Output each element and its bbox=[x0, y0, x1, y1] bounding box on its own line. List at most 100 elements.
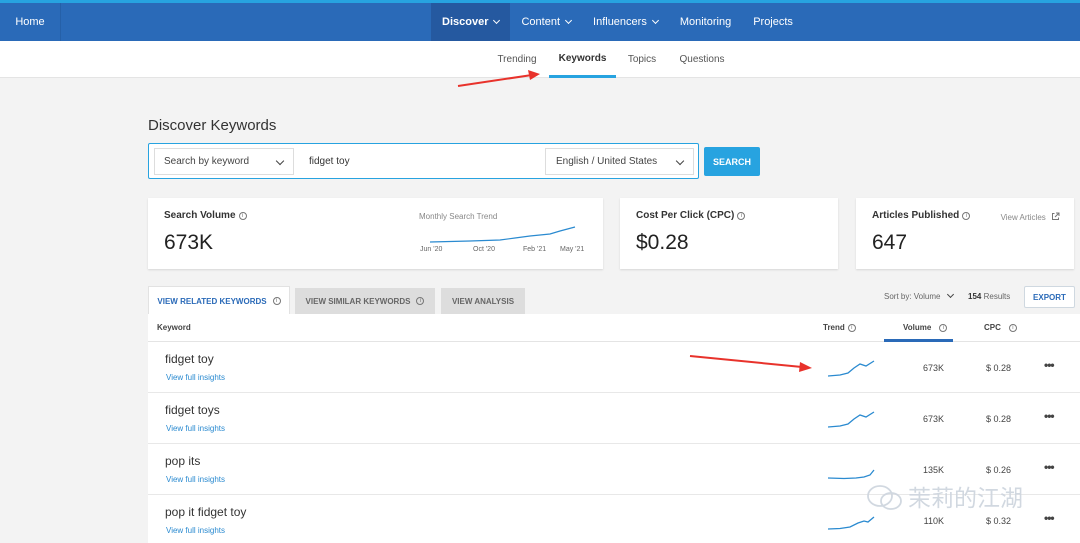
tab-topics[interactable]: Topics bbox=[620, 41, 664, 78]
volume-value: 673K bbox=[922, 363, 944, 373]
nav-influencers[interactable]: Influencers bbox=[582, 3, 669, 41]
volume-value: 673K bbox=[922, 414, 944, 424]
main-nav: Discover Content Influencers Monitoring … bbox=[431, 3, 804, 41]
info-icon[interactable]: i bbox=[272, 297, 281, 305]
trend-month-label: Oct '20 bbox=[473, 246, 495, 253]
nav-content[interactable]: Content bbox=[510, 3, 582, 41]
view-full-insights-link[interactable]: View full insights bbox=[166, 424, 225, 433]
more-options-icon[interactable]: ••• bbox=[1044, 511, 1055, 525]
cpc-label: Cost Per Click (CPC) i bbox=[636, 210, 746, 221]
top-navigation-bar: Home Discover Content Influencers Monito… bbox=[0, 0, 1080, 41]
search-volume-card: Search Volume i 673K Monthly Search Trend… bbox=[148, 198, 603, 269]
trend-month-label: Feb '21 bbox=[523, 246, 547, 253]
view-full-insights-link[interactable]: View full insights bbox=[166, 475, 225, 484]
view-articles-text: View Articles bbox=[1000, 213, 1046, 222]
results-count: 154 Results bbox=[968, 292, 1010, 301]
cpc-value: $0.28 bbox=[636, 231, 689, 254]
results-label: Results bbox=[983, 292, 1011, 301]
tab-keywords[interactable]: Keywords bbox=[549, 41, 616, 78]
external-link-icon bbox=[1052, 212, 1060, 220]
monthly-trend-label: Monthly Search Trend bbox=[419, 212, 498, 221]
header-volume-label: Volume bbox=[903, 323, 932, 332]
header-cpc-label: CPC bbox=[984, 323, 1001, 332]
search-button[interactable]: SEARCH bbox=[704, 147, 760, 176]
header-keyword[interactable]: Keyword bbox=[157, 323, 191, 332]
info-icon[interactable]: i bbox=[238, 212, 247, 220]
sub-navigation: Trending Keywords Topics Questions bbox=[0, 41, 1080, 78]
nav-influencers-label: Influencers bbox=[593, 16, 647, 28]
search-mode-select[interactable]: Search by keyword bbox=[154, 148, 294, 175]
view-full-insights-link[interactable]: View full insights bbox=[166, 526, 225, 535]
results-number: 154 bbox=[968, 292, 982, 301]
sort-by-label: Sort by: Volume bbox=[884, 292, 941, 301]
cpc-value: $ 0.26 bbox=[986, 465, 1012, 475]
locale-value: English / United States bbox=[556, 156, 658, 167]
info-icon[interactable]: i bbox=[847, 324, 856, 332]
info-icon[interactable]: i bbox=[737, 212, 746, 220]
cpc-value: $ 0.32 bbox=[986, 516, 1012, 526]
view-articles-link[interactable]: View Articles bbox=[1001, 212, 1060, 222]
cpc-value: $ 0.28 bbox=[986, 363, 1012, 373]
trend-month-label: May '21 bbox=[560, 246, 585, 253]
tab-trending[interactable]: Trending bbox=[489, 41, 545, 78]
watermark: 茉莉的江湖 bbox=[866, 479, 1023, 513]
page-title: Discover Keywords bbox=[148, 117, 277, 134]
volume-value: 110K bbox=[923, 516, 944, 526]
table-row: fidget toy View full insights 673K $ 0.2… bbox=[148, 342, 1080, 393]
tab-related-label: VIEW RELATED KEYWORDS bbox=[157, 296, 267, 306]
trend-sparkline bbox=[828, 469, 875, 480]
wechat-icon bbox=[867, 485, 902, 510]
watermark-text: 茉莉的江湖 bbox=[908, 486, 1023, 512]
nav-monitoring[interactable]: Monitoring bbox=[669, 3, 742, 41]
info-icon[interactable]: i bbox=[1008, 324, 1017, 332]
nav-projects-label: Projects bbox=[753, 16, 793, 28]
view-full-insights-link[interactable]: View full insights bbox=[166, 373, 225, 382]
export-button[interactable]: EXPORT bbox=[1024, 286, 1075, 308]
cpc-value: $ 0.28 bbox=[986, 414, 1012, 424]
articles-value: 647 bbox=[872, 231, 908, 254]
articles-label-text: Articles Published bbox=[872, 210, 960, 221]
search-mode-value: Search by keyword bbox=[164, 156, 250, 167]
tab-view-similar-keywords[interactable]: VIEW SIMILAR KEYWORDS i bbox=[295, 288, 435, 314]
keyword-text: pop its bbox=[165, 454, 201, 468]
tab-view-related-keywords[interactable]: VIEW RELATED KEYWORDS i bbox=[148, 286, 290, 315]
chevron-down-icon bbox=[275, 156, 285, 166]
chevron-down-icon bbox=[675, 156, 685, 166]
tab-similar-label: VIEW SIMILAR KEYWORDS bbox=[305, 296, 411, 306]
chevron-down-icon bbox=[493, 16, 501, 25]
search-volume-label: Search Volume i bbox=[164, 210, 247, 221]
volume-value: 135K bbox=[922, 465, 944, 475]
monthly-trend-sparkline bbox=[430, 226, 576, 243]
keyword-text: fidget toys bbox=[165, 403, 220, 417]
nav-home[interactable]: Home bbox=[0, 3, 61, 41]
more-options-icon[interactable]: ••• bbox=[1044, 409, 1055, 423]
info-icon[interactable]: i bbox=[939, 324, 948, 332]
articles-label: Articles Published i bbox=[872, 210, 971, 221]
nav-discover[interactable]: Discover bbox=[431, 3, 511, 41]
more-options-icon[interactable]: ••• bbox=[1044, 460, 1055, 474]
locale-select[interactable]: English / United States bbox=[545, 148, 694, 175]
nav-content-label: Content bbox=[521, 16, 561, 28]
info-icon[interactable]: i bbox=[962, 212, 971, 220]
header-volume[interactable]: Volume i bbox=[903, 323, 948, 332]
header-trend[interactable]: Trend i bbox=[823, 323, 856, 332]
keyword-search-input[interactable] bbox=[309, 148, 539, 175]
trend-sparkline bbox=[828, 360, 875, 377]
tab-questions[interactable]: Questions bbox=[672, 41, 732, 78]
sort-by-dropdown[interactable]: Sort by: Volume bbox=[884, 290, 954, 301]
trend-month-label: Jun '20 bbox=[420, 246, 443, 253]
tab-view-analysis[interactable]: VIEW ANALYSIS bbox=[441, 288, 525, 314]
info-icon[interactable]: i bbox=[416, 297, 425, 305]
trend-sparkline bbox=[828, 411, 875, 428]
chevron-down-icon bbox=[564, 16, 573, 25]
articles-card: Articles Published i 647 View Articles bbox=[856, 198, 1074, 269]
chevron-down-icon bbox=[651, 16, 659, 25]
search-volume-value: 673K bbox=[164, 231, 214, 254]
table-header: Keyword Trend i Volume i CPC i bbox=[148, 314, 1080, 342]
chevron-down-icon bbox=[946, 290, 954, 299]
search-bar: Search by keyword English / United State… bbox=[148, 143, 699, 179]
cpc-card: Cost Per Click (CPC) i $0.28 bbox=[620, 198, 838, 269]
header-cpc[interactable]: CPC i bbox=[984, 323, 1017, 332]
nav-projects[interactable]: Projects bbox=[742, 3, 804, 41]
more-options-icon[interactable]: ••• bbox=[1044, 358, 1055, 372]
